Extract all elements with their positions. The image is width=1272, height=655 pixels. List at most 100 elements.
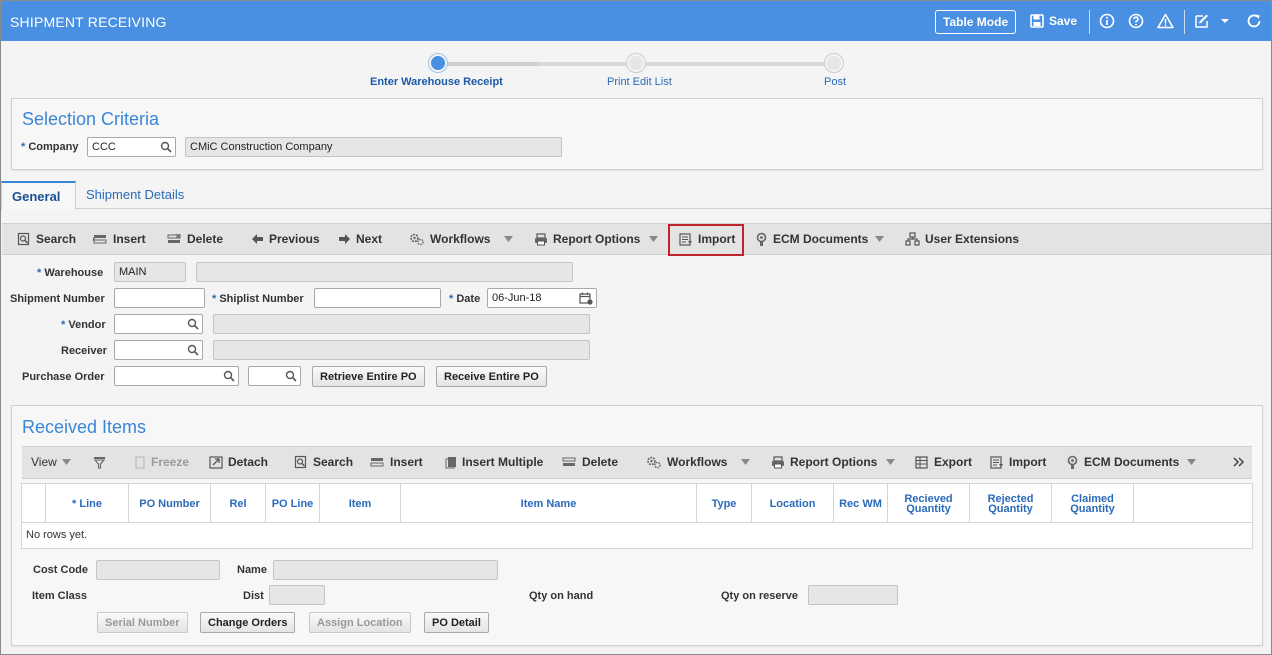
- received-search-button[interactable]: Search: [294, 447, 353, 477]
- column-header-rec-wm[interactable]: Rec WM: [834, 484, 888, 524]
- received-report-options-dropdown-icon[interactable]: [886, 447, 895, 477]
- search-button[interactable]: Search: [17, 224, 76, 254]
- tab-general[interactable]: General: [1, 181, 76, 210]
- company-name-field: CMiC Construction Company: [185, 137, 562, 157]
- column-header-po-line[interactable]: PO Line: [266, 484, 320, 524]
- purchase-order-label: Purchase Order: [22, 371, 105, 383]
- report-options-dropdown-icon[interactable]: [649, 224, 658, 254]
- received-workflows-dropdown-icon[interactable]: [741, 447, 750, 477]
- help-icon[interactable]: [1127, 12, 1145, 30]
- user-extensions-button[interactable]: User Extensions: [905, 224, 1019, 254]
- search-icon[interactable]: [187, 344, 199, 356]
- column-header-line[interactable]: * Line: [46, 484, 129, 524]
- export-button[interactable]: Export: [915, 447, 972, 477]
- delete-row-icon: [562, 457, 576, 466]
- received-import-button[interactable]: Import: [990, 447, 1046, 477]
- step-dot-post[interactable]: [825, 54, 843, 72]
- step-label-enter[interactable]: Enter Warehouse Receipt: [370, 76, 503, 88]
- save-button[interactable]: Save: [1030, 14, 1077, 28]
- change-orders-button[interactable]: Change Orders: [200, 612, 296, 633]
- app-window: SHIPMENT RECEIVING Table Mode Save Enter…: [0, 0, 1272, 655]
- received-items-title: Received Items: [22, 417, 147, 437]
- shipment-number-input[interactable]: [114, 288, 205, 308]
- warehouse-input[interactable]: MAIN: [114, 262, 186, 282]
- column-header-claimed-quantity[interactable]: Claimed Quantity: [1052, 484, 1134, 524]
- table-mode-button[interactable]: Table Mode: [935, 10, 1017, 34]
- empty-rows-message: No rows yet.: [26, 529, 88, 541]
- refresh-icon[interactable]: [1245, 12, 1263, 30]
- received-insert-button[interactable]: Insert: [370, 447, 423, 477]
- ecm-documents-dropdown-icon[interactable]: [875, 224, 884, 254]
- search-icon[interactable]: [285, 370, 297, 382]
- column-header-location[interactable]: Location: [752, 484, 834, 524]
- step-label-post[interactable]: Post: [824, 76, 846, 88]
- delete-button[interactable]: Delete: [167, 224, 223, 254]
- column-header-rejected-quantity[interactable]: Rejected Quantity: [970, 484, 1052, 524]
- retrieve-entire-po-button[interactable]: Retrieve Entire PO: [312, 366, 425, 387]
- step-dot-print[interactable]: [627, 54, 645, 72]
- import-icon: [990, 455, 1003, 469]
- next-button[interactable]: Next: [338, 224, 382, 254]
- received-report-options-button[interactable]: Report Options: [771, 447, 877, 477]
- save-icon: [1030, 14, 1044, 28]
- search-icon[interactable]: [187, 318, 199, 330]
- column-header-item-name[interactable]: Item Name: [401, 484, 697, 524]
- date-input[interactable]: 06-Jun-18: [487, 288, 597, 308]
- serial-number-button[interactable]: Serial Number: [97, 612, 188, 633]
- tab-shipment-details[interactable]: Shipment Details: [76, 181, 194, 209]
- step-label-print[interactable]: Print Edit List: [607, 76, 672, 88]
- qty-on-reserve-field: [808, 585, 898, 605]
- report-options-button[interactable]: Report Options: [534, 224, 640, 254]
- edit-icon[interactable]: [1193, 12, 1211, 30]
- view-menu[interactable]: View: [31, 447, 71, 477]
- calendar-icon[interactable]: [579, 292, 593, 305]
- received-ecm-documents-button[interactable]: ECM Documents: [1066, 447, 1179, 477]
- purchase-order-input[interactable]: [114, 366, 239, 386]
- name-field: [273, 560, 498, 580]
- select-column[interactable]: [22, 484, 46, 524]
- shiplist-number-input[interactable]: [314, 288, 441, 308]
- column-header-received-quantity[interactable]: Recieved Quantity: [888, 484, 970, 524]
- insert-button[interactable]: Insert: [93, 224, 146, 254]
- shipment-number-label: Shipment Number: [10, 293, 105, 305]
- received-workflows-button[interactable]: Workflows: [646, 447, 727, 477]
- qty-on-reserve-label: Qty on reserve: [721, 590, 799, 602]
- workflows-button[interactable]: Workflows: [409, 224, 490, 254]
- app-header: SHIPMENT RECEIVING Table Mode Save: [1, 1, 1271, 41]
- receive-entire-po-button[interactable]: Receive Entire PO: [436, 366, 547, 387]
- po-detail-button[interactable]: PO Detail: [424, 612, 489, 633]
- date-label: * Date: [449, 293, 481, 305]
- received-delete-button[interactable]: Delete: [562, 447, 618, 477]
- freeze-button[interactable]: Freeze: [134, 447, 189, 477]
- overflow-chevron-icon[interactable]: [1233, 447, 1245, 477]
- arrow-right-icon: [339, 234, 350, 244]
- workflows-dropdown-icon[interactable]: [504, 224, 513, 254]
- main-toolbar: Search Insert Delete Previous Next Workf…: [2, 223, 1271, 255]
- search-icon[interactable]: [223, 370, 235, 382]
- insert-multiple-button[interactable]: Insert Multiple: [445, 447, 543, 477]
- ecm-documents-button[interactable]: ECM Documents: [755, 224, 868, 254]
- warning-icon[interactable]: [1156, 12, 1174, 30]
- received-ecm-dropdown-icon[interactable]: [1187, 447, 1196, 477]
- column-header-type[interactable]: Type: [697, 484, 752, 524]
- po-release-input[interactable]: [248, 366, 301, 386]
- filter-button[interactable]: [93, 447, 107, 477]
- step-dot-enter[interactable]: [429, 54, 447, 72]
- search-icon[interactable]: [160, 141, 172, 153]
- detach-button[interactable]: Detach: [209, 447, 268, 477]
- previous-button[interactable]: Previous: [251, 224, 320, 254]
- receiver-input[interactable]: [114, 340, 203, 360]
- column-header-rel[interactable]: Rel: [211, 484, 266, 524]
- assign-location-button[interactable]: Assign Location: [309, 612, 411, 633]
- item-class-label: Item Class: [32, 590, 88, 602]
- header-divider: [1089, 10, 1090, 34]
- column-header-po-number[interactable]: PO Number: [129, 484, 211, 524]
- vendor-input[interactable]: [114, 314, 203, 334]
- company-code-input[interactable]: CCC: [87, 137, 176, 157]
- column-header-item[interactable]: Item: [320, 484, 401, 524]
- printer-icon: [772, 455, 784, 468]
- chevron-down-icon[interactable]: [1216, 12, 1234, 30]
- info-icon[interactable]: [1098, 12, 1116, 30]
- header-divider: [1184, 10, 1185, 34]
- ecm-pin-icon: [1067, 455, 1078, 469]
